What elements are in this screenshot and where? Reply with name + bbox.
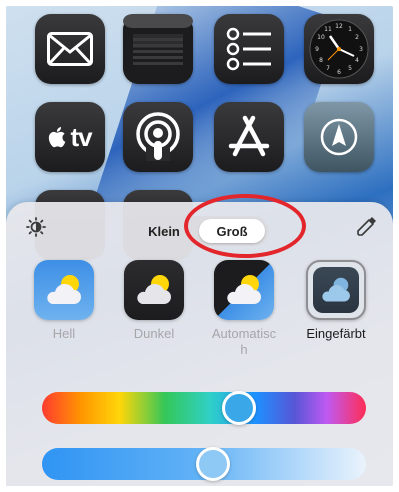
style-option-hell[interactable]: Hell [26,260,102,342]
wallet-app-icon[interactable] [123,14,193,84]
svg-text:10: 10 [317,34,325,41]
app-store-app-icon[interactable] [214,102,284,172]
weather-auto-icon [214,260,274,320]
svg-text:6: 6 [337,69,341,76]
svg-text:7: 7 [326,65,330,72]
highlight-ring-annotation [184,194,306,258]
svg-text:2: 2 [355,34,359,41]
brightness-slider-knob[interactable] [196,447,230,481]
phone-screen: 12 1 2 345 678 9 10 11 tv Klein Groß Hel… [6,6,393,486]
hue-slider-knob[interactable] [222,391,256,425]
apple-tv-app-icon[interactable]: tv [35,102,105,172]
style-option-eingefaerbt[interactable]: Eingefärbt [298,260,374,342]
style-option-automatisch[interactable]: Automatisc h [206,260,282,358]
style-label-eingefaerbt: Eingefärbt [306,326,366,341]
clock-app-icon[interactable]: 12 1 2 345 678 9 10 11 [304,14,374,84]
svg-text:9: 9 [315,46,319,53]
brightness-slider[interactable] [42,447,366,481]
svg-text:3: 3 [359,46,363,53]
svg-text:1: 1 [348,26,352,33]
eyedropper-icon[interactable] [356,215,378,242]
svg-text:4: 4 [355,57,359,64]
style-label-hell: Hell [52,326,76,341]
compass-app-icon[interactable] [304,102,374,172]
apple-tv-label: tv [70,121,92,152]
svg-text:5: 5 [348,65,352,72]
reminders-app-icon[interactable] [214,14,284,84]
style-label-automatisch: Automatisc h [211,326,277,357]
svg-text:8: 8 [319,57,323,64]
weather-dark-icon [124,260,184,320]
hue-slider[interactable] [42,391,366,425]
podcasts-app-icon[interactable] [123,102,193,172]
style-option-dunkel[interactable]: Dunkel [116,260,192,342]
svg-text:11: 11 [324,26,332,33]
style-label-dunkel: Dunkel [133,326,175,341]
weather-tinted-icon [306,260,366,320]
svg-text:12: 12 [335,23,343,30]
brightness-sun-icon[interactable] [26,217,46,242]
weather-light-icon [34,260,94,320]
mail-app-icon[interactable] [35,14,105,84]
